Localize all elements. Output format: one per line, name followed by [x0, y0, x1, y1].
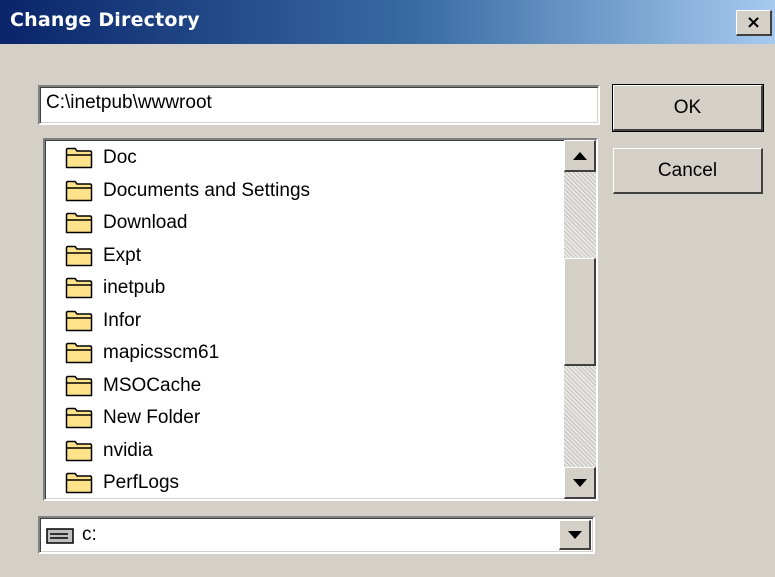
folder-list-item[interactable]: inetpub — [65, 272, 165, 304]
close-button[interactable]: × — [736, 10, 772, 36]
hard-drive-icon — [46, 528, 74, 544]
folder-list-item[interactable]: Documents and Settings — [65, 175, 310, 207]
folder-list-item[interactable]: Infor — [65, 305, 141, 337]
chevron-down-icon — [567, 530, 582, 539]
folder-name: Doc — [103, 147, 137, 168]
folder-icon — [65, 440, 93, 461]
scrollbar-thumb[interactable] — [564, 258, 596, 366]
folder-list-item[interactable]: Doc — [65, 142, 137, 174]
folder-icon — [65, 212, 93, 234]
folder-list-item[interactable]: nvidia — [65, 435, 153, 467]
drive-select[interactable]: c: — [38, 516, 595, 554]
folder-name: Infor — [103, 309, 142, 331]
folder-list-item[interactable]: New Folder — [65, 402, 200, 434]
folder-icon — [65, 147, 93, 169]
scroll-down-button[interactable] — [564, 467, 596, 499]
cancel-button[interactable]: Cancel — [613, 148, 763, 194]
folder-icon — [65, 277, 93, 299]
folder-list[interactable]: Doc Documents and Settings Download Expt ine… — [43, 138, 598, 501]
folder-list-item[interactable]: Download — [65, 207, 188, 239]
folder-icon — [65, 245, 93, 266]
title-bar[interactable]: Change Directory × — [0, 0, 775, 44]
folder-list-item[interactable]: Expt — [65, 240, 141, 272]
ok-button[interactable]: OK — [612, 84, 764, 132]
folder-name: PerfLogs — [103, 472, 180, 493]
folder-name: Documents and Settings — [103, 179, 311, 201]
folder-name: Download — [103, 212, 188, 233]
drive-dropdown-button[interactable] — [559, 520, 591, 550]
scroll-up-button[interactable] — [564, 140, 596, 172]
directory-path-field[interactable]: C:\inetpub\wwwroot — [38, 85, 600, 125]
drive-select-value: c: — [82, 524, 97, 545]
folder-list-items: Doc Documents and Settings Download Expt ine… — [45, 140, 563, 499]
folder-icon — [65, 180, 93, 201]
folder-name: Expt — [103, 244, 142, 266]
folder-list-scrollbar[interactable] — [564, 140, 596, 499]
arrow-down-icon — [572, 478, 587, 487]
folder-name: nvidia — [103, 439, 153, 461]
folder-icon — [65, 407, 93, 429]
folder-name: mapicsscm61 — [103, 342, 220, 363]
folder-icon — [65, 342, 93, 364]
folder-icon — [65, 472, 93, 494]
close-icon: × — [745, 11, 762, 33]
window-title: Change Directory — [10, 9, 200, 31]
folder-name: New Folder — [103, 407, 201, 428]
arrow-up-icon — [572, 151, 587, 160]
folder-icon — [65, 375, 93, 396]
folder-list-item[interactable]: mapicsscm61 — [65, 337, 219, 369]
folder-name: MSOCache — [103, 374, 202, 396]
folder-icon — [65, 310, 93, 331]
folder-list-item[interactable]: MSOCache — [65, 370, 201, 402]
folder-list-item[interactable]: PerfLogs — [65, 467, 179, 499]
folder-name: inetpub — [103, 277, 166, 298]
